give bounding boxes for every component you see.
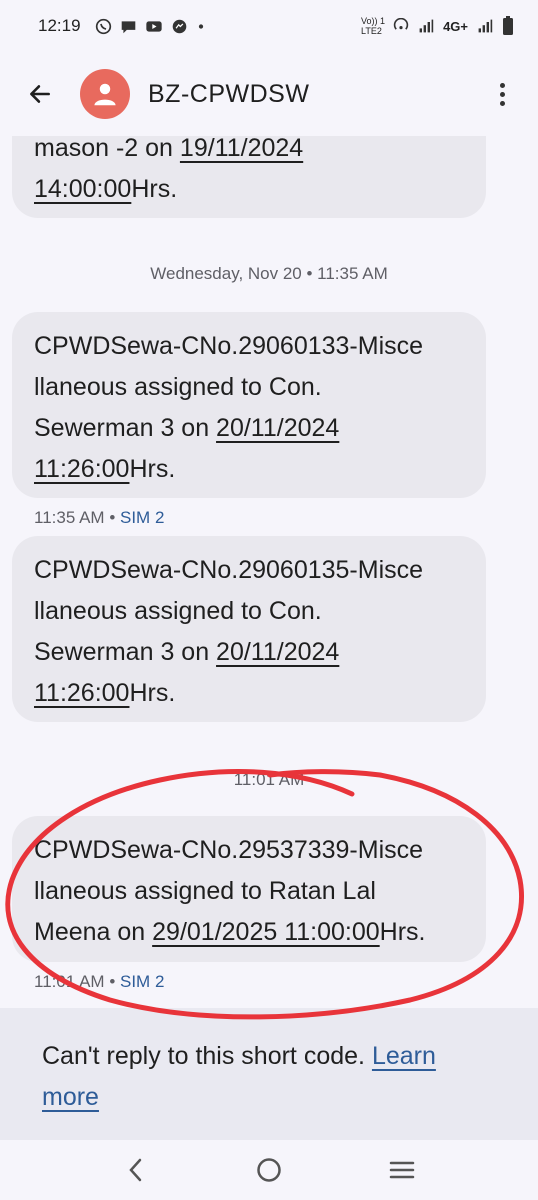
time-link[interactable]: 11:26:00: [34, 679, 129, 707]
message-meta: 11:35 AM • SIM 2: [34, 508, 165, 527]
recents-icon: [389, 1161, 414, 1179]
arrow-left-icon: [30, 85, 50, 103]
conversation-title: BZ-CPWDSW: [148, 79, 310, 108]
time-link[interactable]: 14:00:00: [34, 175, 131, 203]
status-bar: 12:19 Vo)) 1 LTE2 4G+: [0, 0, 538, 52]
message-meta: 11:01 AM • SIM 2: [34, 972, 165, 991]
messenger-icon: [172, 19, 186, 33]
nav-back-button[interactable]: [114, 1148, 158, 1192]
volte-indicator: Vo)) 1 LTE2: [361, 16, 386, 36]
network-type: 4G+: [443, 18, 468, 34]
message-thread[interactable]: mason -2 on 19/11/2024 14:00:00Hrs. Wedn…: [0, 136, 538, 1006]
date-link[interactable]: 19/11/2024: [180, 136, 303, 162]
more-options-button[interactable]: [490, 74, 514, 114]
avatar[interactable]: [80, 69, 130, 119]
signal-icon-2: [478, 19, 493, 33]
date-link[interactable]: 20/11/2024: [216, 414, 339, 442]
nav-home-button[interactable]: [247, 1148, 291, 1192]
message-bubble[interactable]: mason -2 on 19/11/2024 14:00:00Hrs.: [12, 136, 486, 218]
date-link[interactable]: 20/11/2024: [216, 638, 339, 666]
notification-icons: [95, 18, 206, 35]
signal-icon: [419, 19, 434, 33]
time-link[interactable]: 11:26:00: [34, 455, 129, 483]
battery-icon: [503, 16, 513, 35]
message-bubble[interactable]: CPWDSewa-CNo.29060135-Misce llaneous ass…: [12, 536, 486, 722]
day-separator: 11:01 AM: [233, 770, 305, 789]
dot-icon: [198, 23, 203, 29]
chat-icon: [121, 20, 135, 33]
nav-recents-button[interactable]: [380, 1148, 424, 1192]
whatsapp-icon: [95, 18, 111, 34]
message-bubble[interactable]: CPWDSewa-CNo.29060133-Misce llaneous ass…: [12, 312, 486, 498]
status-time: 12:19: [38, 16, 81, 35]
home-circle-icon: [257, 1158, 281, 1182]
app-bar: BZ-CPWDSW: [0, 52, 538, 136]
person-icon: [94, 83, 116, 106]
system-nav-bar: [0, 1140, 538, 1200]
status-right: Vo)) 1 LTE2 4G+: [361, 16, 514, 36]
reply-disabled-notice: Can't reply to this short code. Learn mo…: [0, 1008, 538, 1140]
hotspot-icon: [393, 18, 409, 30]
chevron-left-icon: [129, 1158, 142, 1182]
more-vert-icon: [499, 82, 505, 88]
youtube-icon: [145, 20, 162, 32]
back-button[interactable]: [24, 78, 56, 110]
datetime-link[interactable]: 29/01/2025 11:00:00: [152, 918, 380, 946]
day-separator: Wednesday, Nov 20 • 11:35 AM: [150, 264, 388, 283]
message-bubble[interactable]: CPWDSewa-CNo.29537339-Misce llaneous ass…: [12, 816, 486, 962]
